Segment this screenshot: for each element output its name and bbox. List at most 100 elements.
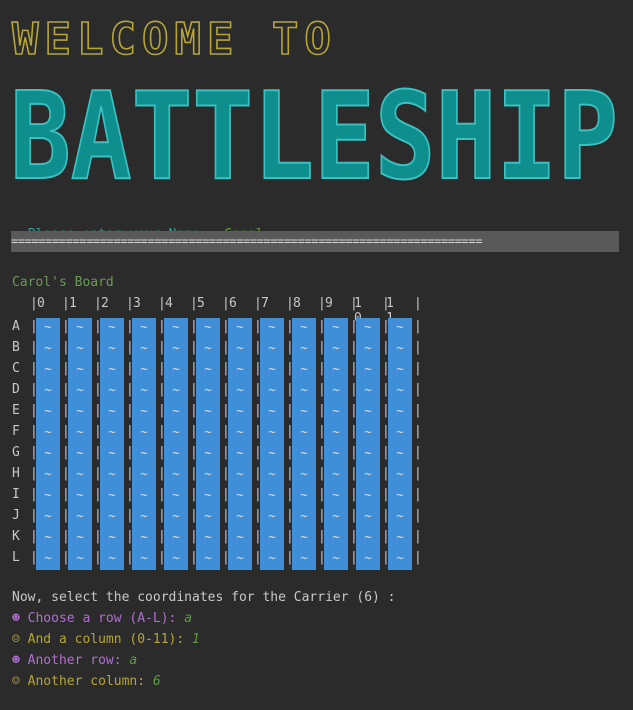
water-cell: ~ bbox=[36, 381, 60, 402]
column-header: 2 bbox=[101, 296, 109, 311]
water-cell: ~ bbox=[292, 360, 316, 381]
question-answer[interactable]: a bbox=[129, 653, 137, 668]
smiley-icon: ☺ bbox=[12, 632, 20, 647]
row-header: B bbox=[12, 340, 20, 355]
water-cell: ~ bbox=[228, 528, 252, 549]
water-cell: ~ bbox=[164, 360, 188, 381]
water-cell: ~ bbox=[324, 465, 348, 486]
row-header: L bbox=[12, 550, 20, 565]
water-cell: ~ bbox=[388, 423, 412, 444]
water-cell: ~ bbox=[356, 528, 380, 549]
row-pipe: | bbox=[414, 382, 422, 397]
row-header: G bbox=[12, 445, 20, 460]
filled-smiley-icon: ☻ bbox=[12, 611, 20, 626]
water-cell: ~ bbox=[292, 528, 316, 549]
water-cell: ~ bbox=[196, 339, 220, 360]
water-cell: ~ bbox=[292, 549, 316, 570]
water-cell: ~ bbox=[228, 423, 252, 444]
water-cell: ~ bbox=[356, 486, 380, 507]
water-cell: ~ bbox=[196, 318, 220, 339]
water-cell: ~ bbox=[228, 318, 252, 339]
water-cell: ~ bbox=[388, 318, 412, 339]
water-cell: ~ bbox=[100, 549, 124, 570]
question-answer[interactable]: a bbox=[184, 611, 192, 626]
placement-question: ☺ Another column: 6 bbox=[12, 674, 161, 689]
water-cell: ~ bbox=[228, 486, 252, 507]
water-cell: ~ bbox=[36, 444, 60, 465]
water-cell: ~ bbox=[132, 423, 156, 444]
water-cell: ~ bbox=[164, 402, 188, 423]
water-cell: ~ bbox=[36, 318, 60, 339]
question-answer[interactable]: 6 bbox=[153, 674, 161, 689]
water-cell: ~ bbox=[36, 339, 60, 360]
water-cell: ~ bbox=[356, 423, 380, 444]
column-header: 1 bbox=[69, 296, 77, 311]
water-cell: ~ bbox=[36, 549, 60, 570]
water-cell: ~ bbox=[100, 465, 124, 486]
water-cell: ~ bbox=[260, 423, 284, 444]
water-cell: ~ bbox=[36, 528, 60, 549]
water-cell: ~ bbox=[260, 549, 284, 570]
water-cell: ~ bbox=[356, 402, 380, 423]
water-cell: ~ bbox=[260, 486, 284, 507]
column-header: 5 bbox=[197, 296, 205, 311]
water-cell: ~ bbox=[68, 423, 92, 444]
row-header: H bbox=[12, 466, 20, 481]
water-cell: ~ bbox=[388, 465, 412, 486]
water-cell: ~ bbox=[164, 486, 188, 507]
water-cell: ~ bbox=[388, 528, 412, 549]
column-header: 9 bbox=[325, 296, 333, 311]
row-pipe: | bbox=[414, 340, 422, 355]
water-cell: ~ bbox=[132, 339, 156, 360]
water-cell: ~ bbox=[68, 381, 92, 402]
question-answer[interactable]: 1 bbox=[192, 632, 200, 647]
water-cell: ~ bbox=[68, 465, 92, 486]
header-pipe: | bbox=[414, 296, 422, 311]
water-cell: ~ bbox=[388, 549, 412, 570]
welcome-text: WELCOME TO bbox=[12, 14, 337, 65]
placement-question: ☻ Another row: a bbox=[12, 653, 137, 668]
water-cell: ~ bbox=[164, 465, 188, 486]
row-pipe: | bbox=[414, 445, 422, 460]
water-cell: ~ bbox=[68, 318, 92, 339]
water-cell: ~ bbox=[260, 528, 284, 549]
water-cell: ~ bbox=[260, 507, 284, 528]
water-cell: ~ bbox=[324, 360, 348, 381]
water-cell: ~ bbox=[260, 318, 284, 339]
placement-question: ☻ Choose a row (A-L): a bbox=[12, 611, 192, 626]
water-cell: ~ bbox=[36, 423, 60, 444]
water-cell: ~ bbox=[68, 444, 92, 465]
water-cell: ~ bbox=[132, 381, 156, 402]
water-cell: ~ bbox=[100, 444, 124, 465]
welcome-banner: WELCOME TO BATTLESHIP bbox=[10, 13, 619, 184]
water-cell: ~ bbox=[132, 318, 156, 339]
water-cell: ~ bbox=[260, 360, 284, 381]
column-header: 4 bbox=[165, 296, 173, 311]
water-cell: ~ bbox=[292, 444, 316, 465]
question-label: And a column (0-11): bbox=[27, 632, 185, 647]
water-cell: ~ bbox=[324, 381, 348, 402]
row-pipe: | bbox=[414, 550, 422, 565]
question-label: Choose a row (A-L): bbox=[27, 611, 177, 626]
water-cell: ~ bbox=[228, 465, 252, 486]
water-cell: ~ bbox=[356, 339, 380, 360]
row-header: E bbox=[12, 403, 20, 418]
water-cell: ~ bbox=[292, 486, 316, 507]
water-cell: ~ bbox=[324, 423, 348, 444]
water-cell: ~ bbox=[100, 381, 124, 402]
row-pipe: | bbox=[414, 508, 422, 523]
water-cell: ~ bbox=[388, 339, 412, 360]
water-cell: ~ bbox=[324, 444, 348, 465]
board-title: Carol's Board bbox=[12, 275, 114, 290]
water-cell: ~ bbox=[36, 507, 60, 528]
column-header: 8 bbox=[293, 296, 301, 311]
water-cell: ~ bbox=[260, 444, 284, 465]
water-cell: ~ bbox=[196, 486, 220, 507]
water-cell: ~ bbox=[164, 423, 188, 444]
water-cell: ~ bbox=[356, 444, 380, 465]
placement-instruction: Now, select the coordinates for the Carr… bbox=[12, 590, 396, 605]
water-cell: ~ bbox=[164, 444, 188, 465]
water-cell: ~ bbox=[164, 549, 188, 570]
water-cell: ~ bbox=[324, 549, 348, 570]
water-cell: ~ bbox=[68, 549, 92, 570]
